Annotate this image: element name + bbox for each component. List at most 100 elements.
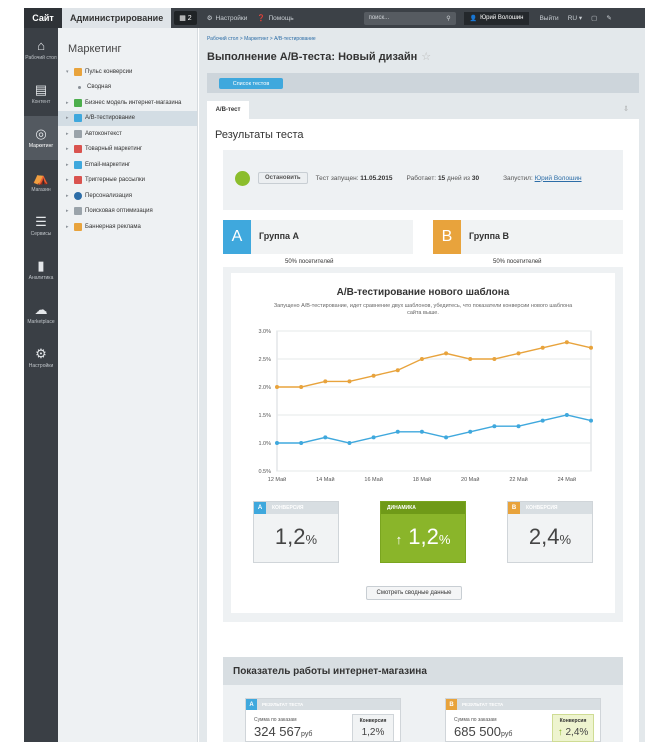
rail-item-content[interactable]: ▤ Контент bbox=[24, 72, 58, 116]
notifications-icon: ▦ bbox=[179, 15, 188, 22]
rail-item-marketplace[interactable]: ☁ Marketplace bbox=[24, 292, 58, 336]
works-label: Работает: bbox=[406, 174, 437, 182]
works-info: Работает: 15 дней из 30 bbox=[406, 175, 479, 182]
rail-item-desktop[interactable]: ⌂ Рабочий стол bbox=[24, 28, 58, 72]
menu-item-label: Триггерные рассылки bbox=[85, 177, 146, 184]
user-menu[interactable]: 👤 Юрий Волошин bbox=[463, 11, 530, 25]
shop-a-sum: 324 567руб bbox=[254, 724, 312, 739]
bullet-icon bbox=[78, 85, 81, 89]
launched-label: Запустил: bbox=[503, 174, 533, 182]
chart-card: А/В-тестирование нового шаблона Запущено… bbox=[231, 273, 615, 613]
rail-item-services[interactable]: ☰ Сервисы bbox=[24, 204, 58, 248]
menu-title: Маркетинг bbox=[68, 43, 122, 55]
search-placeholder: поиск... bbox=[368, 15, 390, 21]
chevron-down-icon: ▾ bbox=[66, 68, 69, 75]
tests-list-button[interactable]: Список тестов bbox=[219, 78, 283, 89]
admin-label: Администрирование bbox=[70, 13, 164, 23]
shop-panel: A РЕЗУЛЬТАТ ТЕСТА Сумма по заказам 324 56… bbox=[223, 685, 623, 742]
help-link[interactable]: ❓ Помощь bbox=[257, 14, 294, 23]
shop-a-conv-label: Конверсия bbox=[359, 718, 387, 724]
percent-sign: % bbox=[559, 532, 572, 547]
shop-b-sum-value: 685 500 bbox=[454, 724, 501, 739]
rail-item-settings[interactable]: ⚙ Настройки bbox=[24, 336, 58, 380]
view-summary-button[interactable]: Смотреть сводные данные bbox=[366, 586, 462, 600]
data-point bbox=[444, 435, 449, 440]
window-icon[interactable]: ▢ bbox=[591, 14, 597, 22]
launched-by-link[interactable]: Юрий Волошин bbox=[535, 175, 582, 182]
logout-link[interactable]: Выйти bbox=[539, 15, 558, 22]
seo-icon bbox=[74, 207, 82, 216]
data-point bbox=[564, 413, 569, 417]
menu-item-business-model[interactable]: ▸ Бизнес модель интернет-магазина bbox=[58, 95, 197, 111]
funnel-icon bbox=[74, 67, 82, 76]
data-point bbox=[492, 424, 497, 429]
star-icon[interactable]: ☆ bbox=[421, 51, 431, 63]
menu-item-conversion-pulse[interactable]: ▾ Пульс конверсии bbox=[58, 64, 197, 80]
menu-item-personalization[interactable]: ▸ Персонализация bbox=[58, 188, 197, 204]
language-label: RU bbox=[567, 15, 578, 22]
results-panel: Результаты теста Остановить Тест запущен… bbox=[207, 119, 639, 742]
shop-card-a: A РЕЗУЛЬТАТ ТЕСТА Сумма по заказам 324 56… bbox=[245, 698, 401, 742]
user-icon: 👤 bbox=[469, 15, 478, 22]
breadcrumb[interactable]: Рабочий стол > Маркетинг > А/В-тестирова… bbox=[207, 36, 316, 42]
search-input[interactable]: поиск... ⚲ bbox=[363, 11, 456, 25]
chart-subtitle: Запущено А/В-тестирование, идет сравнени… bbox=[273, 303, 573, 316]
rail-label: Рабочий стол bbox=[25, 55, 57, 61]
marketing-menu: Маркетинг ▾ Пульс конверсии Сводная ▸ Бизн… bbox=[58, 28, 198, 742]
shop-icon: ⛺ bbox=[32, 170, 50, 185]
menu-item-label: Баннерная реклама bbox=[85, 223, 141, 230]
menu-item-banner-ads[interactable]: ▸ Баннерная реклама bbox=[58, 219, 197, 235]
page-title-text: Выполнение А/В-теста: Новый дизайн bbox=[207, 51, 418, 63]
menu-item-product-marketing[interactable]: ▸ Товарный маркетинг bbox=[58, 142, 197, 158]
y-tick-label: 2.0% bbox=[258, 385, 271, 391]
metric-dynamic-label: ДИНАМИКА bbox=[387, 505, 416, 511]
shop-b-sum-label: Сумма по заказам bbox=[454, 717, 497, 723]
metric-b-letter: B bbox=[508, 502, 520, 514]
language-selector[interactable]: RU ▾ bbox=[568, 14, 582, 22]
data-point bbox=[516, 424, 521, 429]
home-icon: ⌂ bbox=[37, 38, 45, 53]
pin-icon[interactable]: ✎ bbox=[606, 14, 611, 22]
help-label: Помощь bbox=[268, 14, 294, 22]
x-tick-label: 18 Май bbox=[413, 476, 431, 483]
x-tick-label: 22 Май bbox=[509, 476, 527, 483]
shop-b-conv-number: 2,4% bbox=[565, 727, 589, 738]
notifications-button[interactable]: ▦ 2 bbox=[174, 11, 197, 25]
chart-icon bbox=[74, 98, 82, 107]
admin-button[interactable]: Администрирование bbox=[62, 8, 172, 28]
tab-ab-test[interactable]: А/В-тест bbox=[207, 101, 249, 119]
search-icon: ⚲ bbox=[446, 15, 451, 22]
left-rail: ⌂ Рабочий стол ▤ Контент ◎ Маркетинг ⛺ Магаз… bbox=[24, 28, 58, 742]
shop-a-letter: A bbox=[246, 699, 257, 710]
menu-item-summary[interactable]: Сводная bbox=[58, 80, 197, 96]
x-tick-label: 20 Май bbox=[461, 476, 479, 483]
percent-icon bbox=[74, 145, 82, 154]
metric-a-number: 1,2 bbox=[274, 524, 306, 549]
group-b-letter: B bbox=[433, 220, 461, 254]
metric-b-number: 2,4 bbox=[528, 524, 560, 549]
chevron-right-icon: ▸ bbox=[66, 192, 69, 199]
metric-a-value: 1,2% bbox=[254, 514, 338, 550]
rail-item-marketing[interactable]: ◎ Маркетинг bbox=[24, 116, 58, 160]
shop-a-sum-label: Сумма по заказам bbox=[254, 717, 297, 723]
stop-button[interactable]: Остановить bbox=[258, 172, 308, 184]
percent-sign: % bbox=[438, 532, 451, 547]
rail-item-shop[interactable]: ⛺ Магазин bbox=[24, 160, 58, 204]
metric-conversion-b: B КОНВЕРСИЯ 2,4% bbox=[507, 501, 593, 563]
menu-item-seo[interactable]: ▸ Поисковая оптимизация bbox=[58, 204, 197, 220]
menu-item-autocontext[interactable]: ▸ Автоконтекст bbox=[58, 126, 197, 142]
menu-item-trigger-mailings[interactable]: ▸ Триггерные рассылки bbox=[58, 173, 197, 189]
rail-label: Аналитика bbox=[28, 275, 54, 281]
menu-item-email-marketing[interactable]: ▸ Email-маркетинг bbox=[58, 157, 197, 173]
x-tick-label: 14 Май bbox=[316, 476, 334, 483]
rail-item-analytics[interactable]: ▮ Аналитика bbox=[24, 248, 58, 292]
settings-link[interactable]: ⚙ Настройки bbox=[207, 14, 248, 23]
bars-icon bbox=[74, 129, 82, 138]
user-name: Юрий Волошин bbox=[480, 15, 524, 21]
metric-a-label: КОНВЕРСИЯ bbox=[272, 505, 304, 511]
pin-icon[interactable]: ⇩ bbox=[623, 105, 629, 113]
group-b-percent: 50% посетителей bbox=[493, 259, 542, 265]
data-point bbox=[299, 441, 304, 445]
site-button[interactable]: Сайт bbox=[24, 8, 62, 28]
menu-item-ab-testing[interactable]: ▸ А/В-тестирование bbox=[58, 110, 197, 126]
